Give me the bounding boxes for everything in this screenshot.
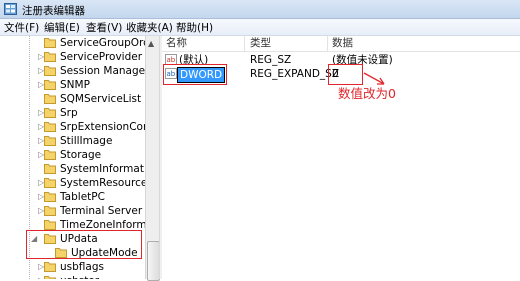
- tree-item[interactable]: ▷ usbstor: [0, 274, 145, 279]
- value-type: REG_EXPAND_SZ: [250, 68, 340, 80]
- tree-item-label: ServiceProvider: [60, 51, 143, 63]
- annotation-text: 数值改为0: [338, 86, 396, 101]
- highlight-box-tree: [26, 230, 142, 259]
- tree-item[interactable]: ▷ Session Manager: [0, 64, 145, 78]
- tree-item-label: Session Manager: [60, 65, 145, 77]
- tree-item-label: usbstor: [60, 274, 99, 279]
- tree-item[interactable]: ▷ SNMP: [0, 78, 145, 92]
- tree-item-label: ServiceGroupOrder: [60, 37, 145, 49]
- menu-view[interactable]: 查看(V): [86, 20, 122, 35]
- tree-item[interactable]: ▷ SystemResources: [0, 176, 145, 190]
- menu-file[interactable]: 文件(F): [4, 20, 39, 35]
- tree-item[interactable]: ▷ Srp: [0, 106, 145, 120]
- tree-item-label: SQMServiceList: [60, 93, 142, 105]
- tree-item-label: SrpExtensionConfig: [60, 121, 145, 133]
- folder-icon: [44, 136, 56, 146]
- highlight-box-data: [328, 64, 363, 85]
- tree-item[interactable]: ▷ ServiceProvider: [0, 50, 145, 64]
- svg-text:ab: ab: [167, 56, 176, 64]
- folder-icon: [44, 164, 56, 174]
- folder-icon: [44, 38, 56, 48]
- tree-item-label: Srp: [60, 107, 78, 119]
- tree-item[interactable]: ▷ SrpExtensionConfig: [0, 120, 145, 134]
- folder-icon: [44, 206, 56, 216]
- tree-item[interactable]: ▷ TabletPC: [0, 190, 145, 204]
- tree-item[interactable]: ▷ Storage: [0, 148, 145, 162]
- highlight-box-name: [163, 64, 227, 85]
- folder-icon: [44, 108, 56, 118]
- folder-icon: [44, 178, 56, 188]
- tree-item-label: Terminal Server: [60, 205, 143, 217]
- tree-item-label: SystemResources: [60, 177, 145, 189]
- tree-item-label: TabletPC: [60, 191, 105, 203]
- column-header-data[interactable]: 数据: [332, 36, 353, 50]
- tree-item-label: usbflags: [60, 261, 104, 273]
- tree-item[interactable]: SQMServiceList: [0, 92, 145, 106]
- folder-icon: [44, 276, 56, 279]
- menu-edit[interactable]: 编辑(E): [44, 20, 80, 35]
- header-divider: [162, 51, 520, 52]
- folder-icon: [44, 262, 56, 272]
- menu-bar: 文件(F) 编辑(E) 查看(V) 收藏夹(A) 帮助(H): [0, 19, 520, 36]
- registry-editor-icon: [4, 3, 17, 15]
- tree-item[interactable]: ▷ usbflags: [0, 260, 145, 274]
- tree-item[interactable]: ▷ Terminal Server: [0, 204, 145, 218]
- tree-item-label: SystemInformation: [60, 163, 145, 175]
- folder-icon: [44, 192, 56, 202]
- column-divider[interactable]: [327, 36, 328, 51]
- tree-item-label: SNMP: [60, 79, 90, 91]
- column-header-name[interactable]: 名称: [166, 36, 187, 50]
- folder-icon: [44, 52, 56, 62]
- scroll-up-icon[interactable]: ▲: [148, 39, 154, 48]
- tree-item-label: Storage: [60, 149, 102, 161]
- value-type: REG_SZ: [250, 54, 292, 66]
- folder-icon: [44, 66, 56, 76]
- tree-item[interactable]: ▷ StillImage: [0, 134, 145, 148]
- column-header-type[interactable]: 类型: [250, 36, 271, 50]
- column-divider[interactable]: [244, 36, 245, 51]
- folder-icon: [44, 150, 56, 160]
- folder-icon: [44, 94, 56, 104]
- menu-help[interactable]: 帮助(H): [176, 20, 213, 35]
- tree-item[interactable]: ServiceGroupOrder: [0, 36, 145, 50]
- folder-icon: [44, 80, 56, 90]
- window-title: 注册表编辑器: [22, 5, 85, 17]
- tree-scrollbar[interactable]: ▲: [145, 36, 160, 281]
- title-bar: 注册表编辑器: [0, 0, 520, 19]
- folder-icon: [44, 220, 56, 230]
- tree-item[interactable]: SystemInformation: [0, 162, 145, 176]
- folder-icon: [44, 122, 56, 132]
- tree-item-label: StillImage: [60, 135, 113, 147]
- menu-favorites[interactable]: 收藏夹(A): [126, 20, 173, 35]
